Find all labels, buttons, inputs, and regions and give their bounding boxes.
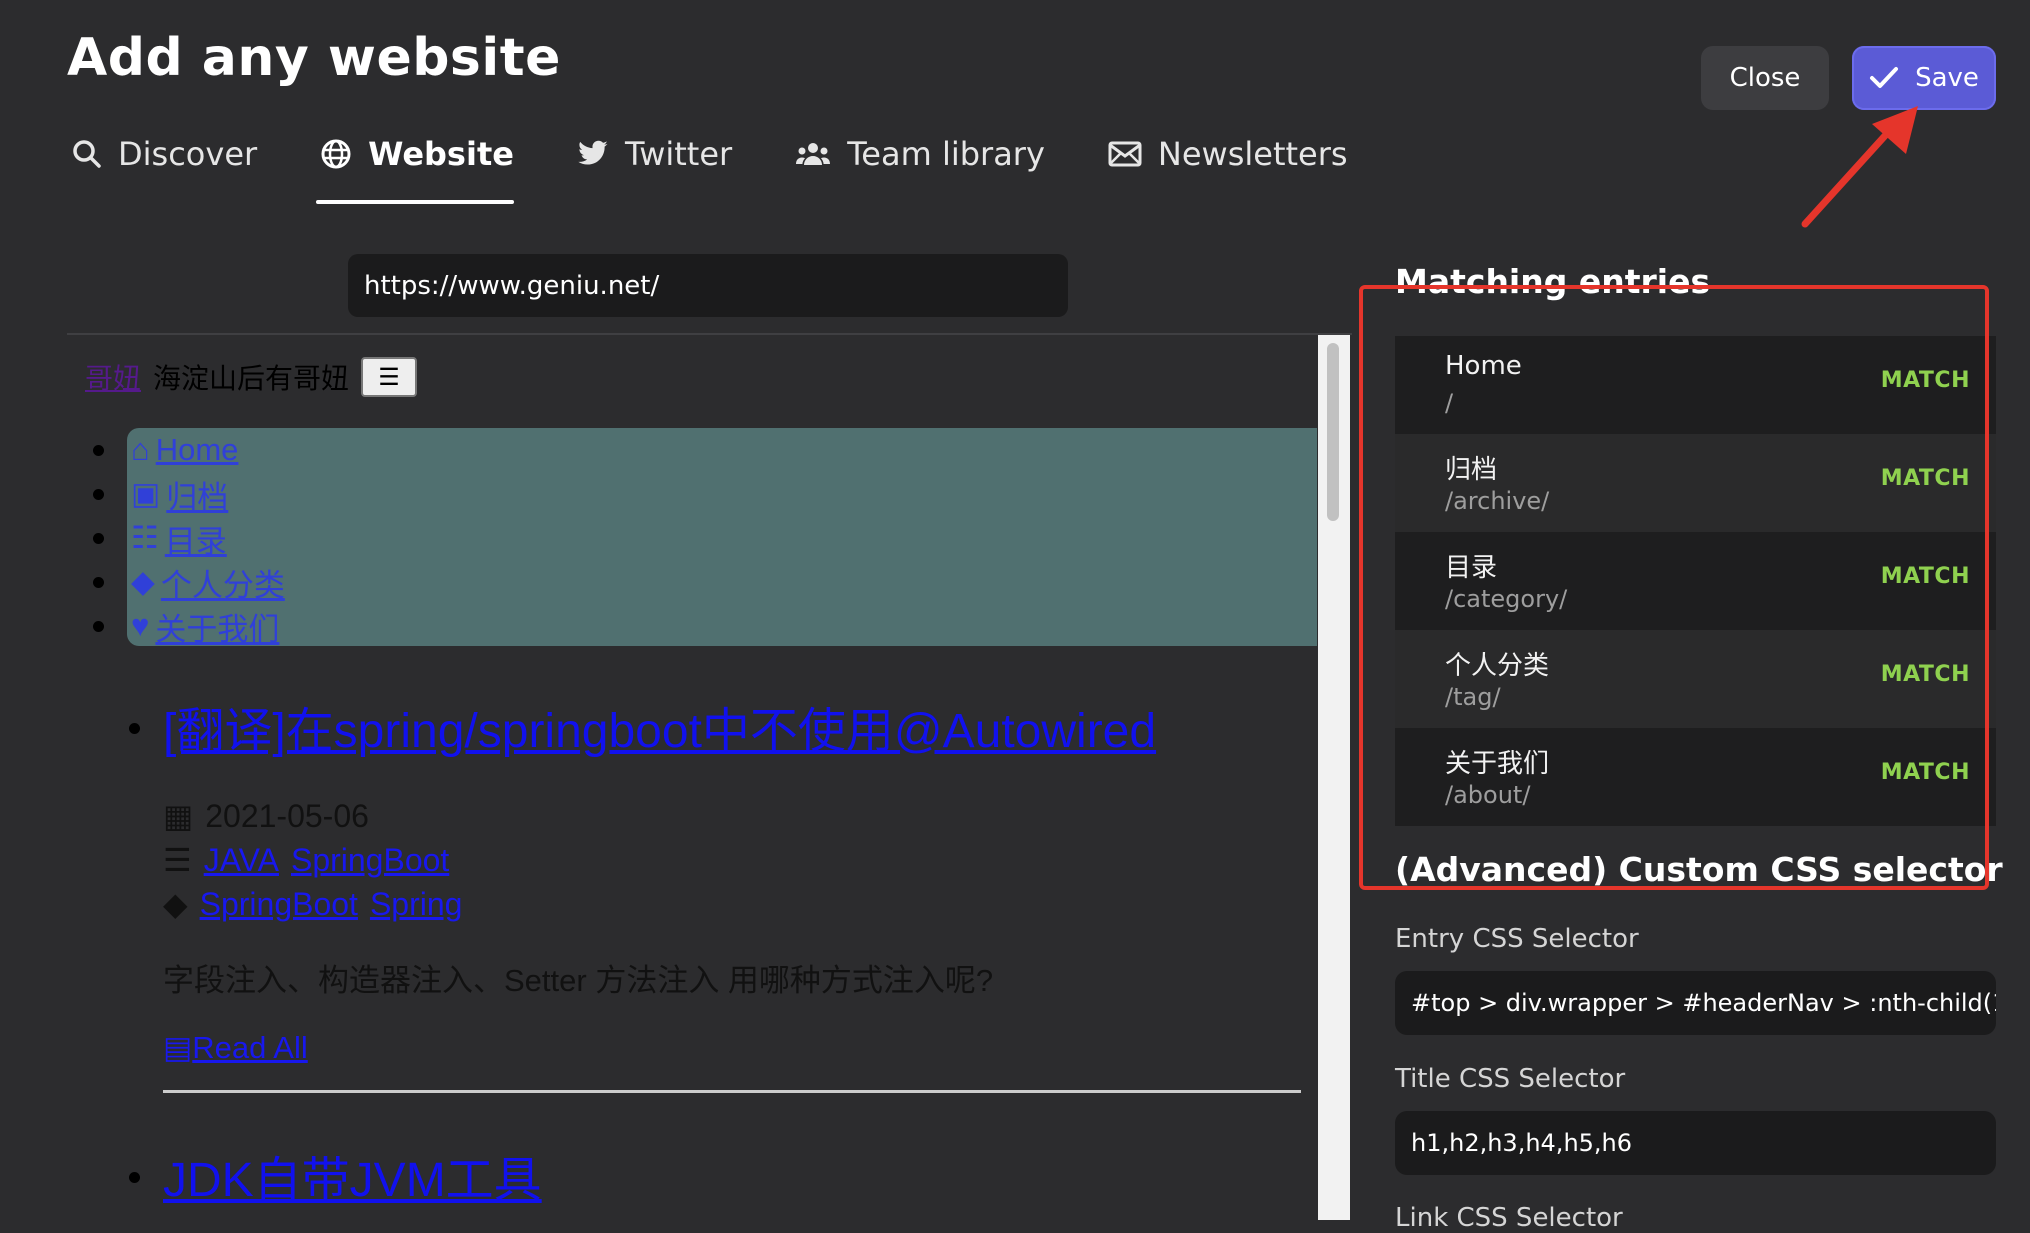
tag-link[interactable]: SpringBoot <box>200 886 358 923</box>
bullet <box>129 723 140 734</box>
website-url-input[interactable]: https://www.geniu.net/ <box>348 254 1068 317</box>
checkmark-icon <box>1870 67 1899 88</box>
post-title-link[interactable]: JDK自带JVM工具 <box>163 1140 542 1210</box>
tab-newsletters[interactable]: Newsletters <box>1108 128 1348 180</box>
post-date-text: 2021-05-06 <box>205 797 369 834</box>
tab-twitter[interactable]: Twitter <box>577 128 732 180</box>
annotation-highlight-box <box>1359 285 1989 890</box>
home-icon: ⌂ <box>131 432 150 467</box>
tab-label: Discover <box>118 135 258 173</box>
tag-link[interactable]: Spring <box>370 886 463 923</box>
title-selector-input[interactable]: h1,h2,h3,h4,h5,h6 <box>1395 1111 1996 1175</box>
site-logo-link[interactable]: 哥妞 <box>85 357 141 397</box>
envelope-icon <box>1108 141 1142 167</box>
site-header: 哥妞 海淀山后有哥妞 ☰ <box>85 357 418 397</box>
website-preview[interactable]: 哥妞 海淀山后有哥妞 ☰ ⌂ Home ▣ 归档 ☷ 目录 ◆ 个人分类 ♥ 关于我们 [… <box>67 335 1317 1220</box>
bullet <box>93 489 104 500</box>
title-selector-label: Title CSS Selector <box>1395 1064 1626 1094</box>
users-icon <box>796 143 831 165</box>
tab-label: Newsletters <box>1157 135 1348 173</box>
tab-label: Team library <box>847 135 1045 173</box>
list-icon: ☰ <box>163 842 192 878</box>
post-excerpt: 字段注入、构造器注入、Setter 方法注入 用哪种方式注入呢? <box>163 963 994 998</box>
nav-item-tags[interactable]: ◆ 个人分类 <box>93 560 1317 605</box>
list-icon: ☷ <box>131 520 159 555</box>
bullet <box>93 533 104 544</box>
archive-icon: ▣ <box>131 476 161 511</box>
entry-selector-input[interactable]: #top > div.wrapper > #headerNav > :nth-c… <box>1395 971 1996 1035</box>
post-date: ▦ 2021-05-06 <box>163 797 369 835</box>
bullet <box>93 577 104 588</box>
post-tags: ◆ SpringBoot Spring <box>163 885 462 923</box>
entry-selector-label: Entry CSS Selector <box>1395 924 1639 954</box>
preview-scrollbar-thumb[interactable] <box>1327 343 1339 521</box>
book-icon: ▤ <box>163 1030 193 1065</box>
bullet <box>93 445 104 456</box>
save-label: Save <box>1915 63 1979 93</box>
annotation-arrow <box>1801 106 1918 228</box>
tag-icon: ◆ <box>131 564 155 599</box>
bullet <box>129 1172 140 1183</box>
post-categories: ☰ JAVA SpringBoot <box>163 841 449 879</box>
calendar-icon: ▦ <box>163 798 194 834</box>
nav-link[interactable]: Home <box>156 432 239 468</box>
page-title: Add any website <box>67 28 561 88</box>
source-tabs: Discover Website Twitter Team library Ne… <box>72 128 1411 208</box>
heart-icon: ♥ <box>131 608 150 643</box>
nav-item-category[interactable]: ☷ 目录 <box>93 516 1317 561</box>
tags-icon: ◆ <box>163 886 188 922</box>
nav-item-home[interactable]: ⌂ Home <box>93 428 1317 472</box>
nav-link[interactable]: 归档 <box>166 472 228 517</box>
nav-link[interactable]: 目录 <box>165 516 227 561</box>
tab-team-library[interactable]: Team library <box>795 128 1045 180</box>
tab-label: Twitter <box>624 135 733 173</box>
nav-link[interactable]: 个人分类 <box>161 560 285 605</box>
tab-label: Website <box>368 135 514 173</box>
site-nav-list: ⌂ Home ▣ 归档 ☷ 目录 ◆ 个人分类 ♥ 关于我们 <box>93 428 1317 649</box>
bullet <box>93 621 104 632</box>
post-divider <box>163 1090 1301 1093</box>
link-selector-label: Link CSS Selector <box>1395 1203 1623 1233</box>
twitter-icon <box>578 140 608 165</box>
tab-discover[interactable]: Discover <box>72 128 257 180</box>
read-all-label: Read All <box>192 1030 308 1065</box>
search-icon <box>73 140 101 168</box>
read-all-link[interactable]: ▤Read All <box>163 1030 308 1066</box>
nav-item-archive[interactable]: ▣ 归档 <box>93 472 1317 517</box>
nav-item-about[interactable]: ♥ 关于我们 <box>93 604 1317 649</box>
tab-website[interactable]: Website <box>316 128 514 204</box>
post-title-link[interactable]: [翻译]在spring/springboot中不使用@Autowired <box>163 691 1156 761</box>
category-link[interactable]: JAVA <box>204 842 279 879</box>
category-link[interactable]: SpringBoot <box>291 842 449 879</box>
nav-link[interactable]: 关于我们 <box>155 604 279 649</box>
site-tagline: 海淀山后有哥妞 <box>153 363 350 394</box>
hamburger-icon[interactable]: ☰ <box>361 357 418 397</box>
globe-icon <box>321 139 351 169</box>
